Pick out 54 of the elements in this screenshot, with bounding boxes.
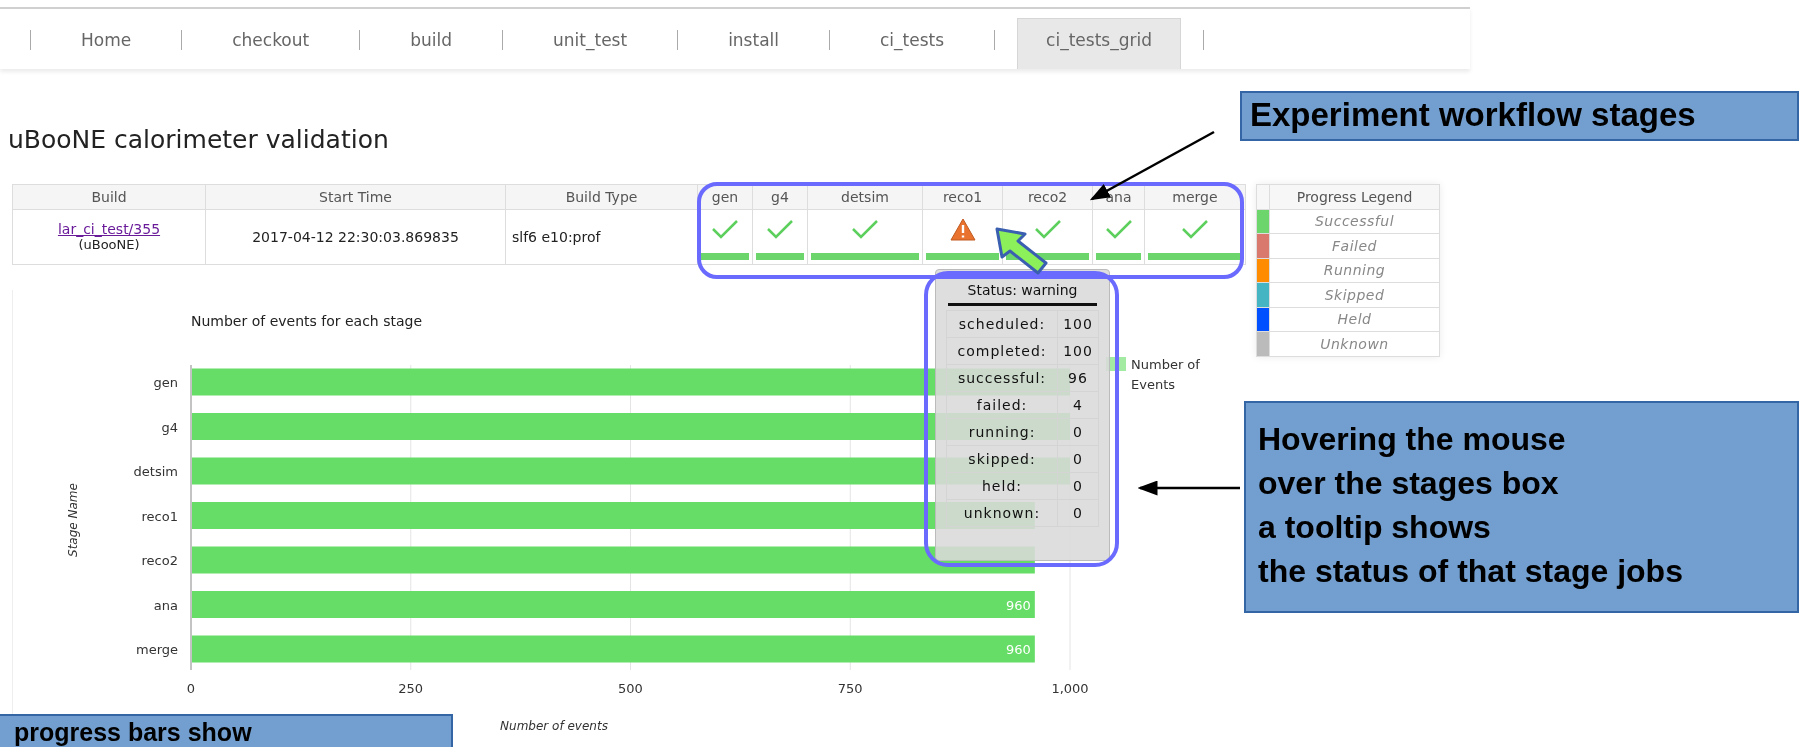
tooltip-title: Status: warning <box>966 281 1079 300</box>
column-header: Build <box>12 184 206 210</box>
legend-title: Progress Legend <box>1269 184 1440 209</box>
status-count: 0 <box>1057 445 1099 473</box>
column-header: Build Type <box>505 184 698 210</box>
status-label: unknown: <box>946 499 1058 527</box>
table-cell: 2017-04-12 22:30:03.869835 <box>205 209 506 265</box>
axis-title: Stage Name <box>66 483 80 557</box>
callout: Hovering the mouse over the stages box a tooltip shows the status of that stage jobs <box>1244 401 1799 613</box>
stage-header: reco2 <box>1002 184 1093 210</box>
status-label: failed: <box>946 391 1058 419</box>
tick-label: 0 <box>186 681 196 696</box>
legend-label: Failed <box>1269 233 1440 258</box>
status-label: scheduled: <box>946 310 1058 338</box>
callout: Experiment workflow stages <box>1240 91 1799 141</box>
category-label: reco2 <box>141 553 178 568</box>
stage-header: reco1 <box>922 184 1003 210</box>
value-label: 960 <box>1006 597 1031 613</box>
status-count: 0 <box>1057 499 1099 527</box>
status-count: 0 <box>1057 418 1099 446</box>
status-count: 96 <box>1057 364 1099 392</box>
callout: progress bars show <box>0 714 453 747</box>
tick-label: 1,000 <box>1051 681 1089 696</box>
legend-label: Unknown <box>1269 331 1440 356</box>
legend-label: Held <box>1269 307 1440 332</box>
category-label: gen <box>153 375 178 390</box>
chart-title: Number of events for each stage <box>191 313 423 329</box>
column-header: Start Time <box>205 184 506 210</box>
category-label: g4 <box>161 419 178 435</box>
status-count: 4 <box>1057 391 1099 419</box>
status-count: 100 <box>1057 310 1099 338</box>
legend-label: Skipped <box>1269 282 1440 307</box>
tick-label: 750 <box>837 681 863 696</box>
page-title: uBooNE calorimeter validation <box>8 125 389 155</box>
tick-label: 500 <box>618 681 643 696</box>
category-label: merge <box>135 642 178 657</box>
legend-label: Number of Events <box>1131 357 1200 392</box>
value-label: 960 <box>1006 642 1031 657</box>
status-label: completed: <box>946 337 1058 365</box>
status-count: 100 <box>1057 337 1099 365</box>
category-label: detsim <box>133 464 178 479</box>
experiment-name: (uBooNE) <box>77 237 141 253</box>
legend-label: Running <box>1269 258 1440 283</box>
legend-label: Successful <box>1269 209 1440 234</box>
status-count: 0 <box>1057 472 1099 500</box>
status-label: running: <box>946 418 1058 446</box>
category-label: ana <box>153 597 178 613</box>
status-label: skipped: <box>946 445 1058 473</box>
status-label: held: <box>946 472 1058 500</box>
tick-label: 250 <box>398 681 424 696</box>
axis-title: Number of events <box>500 719 608 733</box>
stage-header: detsim <box>807 184 923 210</box>
category-label: reco1 <box>141 508 178 524</box>
status-label: successful: <box>946 364 1058 392</box>
